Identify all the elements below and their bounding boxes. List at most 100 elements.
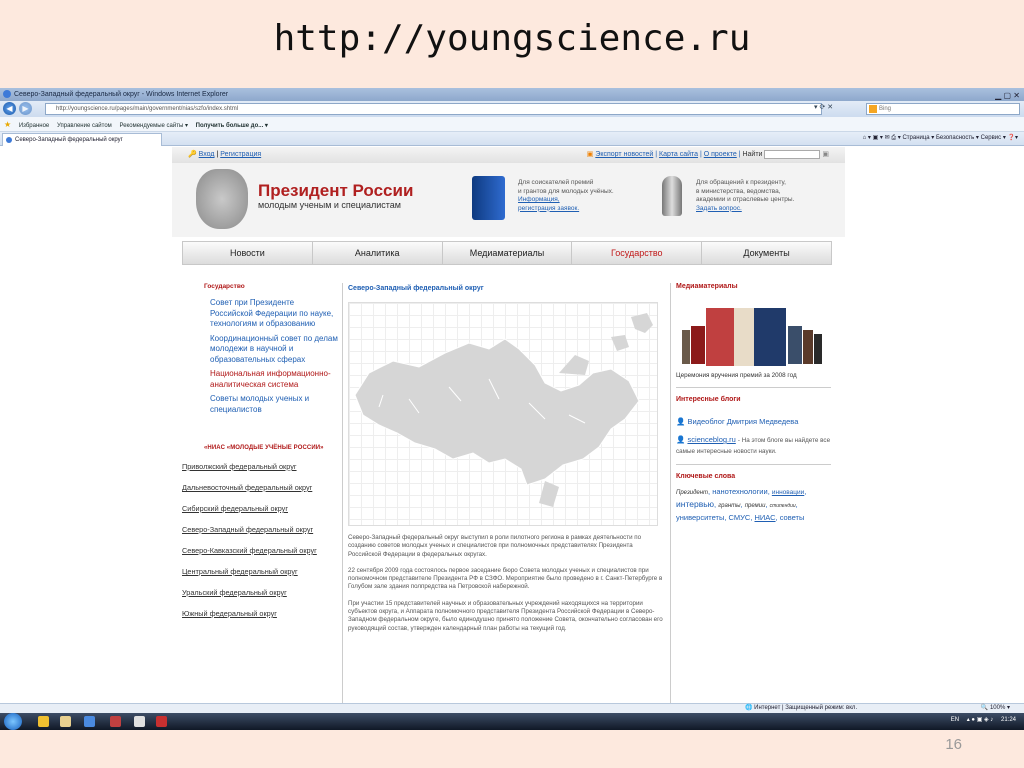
fav-item[interactable]: Управление сайтом (57, 123, 112, 129)
sidebar-item-nias[interactable]: Национальная информационно-аналитическая… (210, 369, 338, 390)
fav-item[interactable]: Избранное (19, 123, 49, 129)
media-player-icon[interactable] (38, 716, 49, 727)
menu-media[interactable]: Медиаматериалы (443, 242, 573, 264)
app-icon[interactable] (134, 716, 145, 727)
okrug-link[interactable]: Уральский федеральный округ (182, 587, 340, 598)
folder-icon[interactable] (60, 716, 71, 727)
left-sidebar: Государство Совет при Президенте Российс… (182, 283, 340, 619)
meeting-paragraph: 22 сентября 2009 года состоялось первое … (348, 566, 663, 591)
fav-item[interactable]: Получить больше до... ▾ (196, 123, 268, 129)
start-button-icon[interactable] (4, 713, 22, 730)
key-icon: 🔑 (188, 151, 199, 158)
tag[interactable]: нанотехнологии (712, 487, 767, 496)
ie-taskbar-icon[interactable] (84, 716, 95, 727)
main-menu: Новости Аналитика Медиаматериалы Государ… (182, 241, 832, 265)
divider (670, 283, 671, 703)
okrug-link[interactable]: Приволжский федеральный округ (182, 461, 340, 472)
page-icon (6, 137, 12, 143)
tag[interactable]: Президент (676, 490, 708, 496)
cmd-page[interactable]: Страница ▾ (902, 135, 934, 141)
page-title: Северо-Западный федеральный округ (348, 285, 484, 292)
address-bar: ◀ ▶ http://youngscience.ru/pages/main/go… (0, 101, 1024, 117)
sidebar-item-councils-young[interactable]: Советы молодых ученых и специалистов (210, 394, 338, 415)
about-link[interactable]: О проекте (704, 151, 737, 158)
tag[interactable]: НИАС (754, 513, 775, 522)
nias-heading: «НИАС «МОЛОДЫЕ УЧЁНЫЕ РОССИИ» (204, 445, 324, 451)
menu-government[interactable]: Государство (572, 242, 703, 264)
taskbar: EN ▴ ● ▣ ◈ ♪ 21:24 (0, 713, 1024, 730)
web-page: 🔑 Вход | Регистрация ▣ Экспорт новостей … (0, 147, 1024, 703)
window-titlebar: Северо-Западный федеральный округ - Wind… (0, 88, 1024, 101)
tag[interactable]: премии (745, 503, 766, 509)
search-input[interactable]: Bing (866, 103, 1020, 115)
okrug-link[interactable]: Сибирский федеральный округ (182, 503, 340, 514)
register-link[interactable]: Регистрация (220, 151, 261, 158)
ask-question-link[interactable]: Задать вопрос. (696, 205, 742, 212)
find-label: Найти (742, 151, 763, 158)
tag[interactable]: инновации (772, 489, 804, 496)
tab-label: Северо-Западный федеральный округ (15, 137, 123, 143)
slide-number: 16 (945, 736, 962, 753)
login-link[interactable]: Вход (199, 151, 215, 158)
okrug-link[interactable]: Центральный федеральный округ (182, 566, 340, 577)
topbar-right: ▣ Экспорт новостей | Карта сайта | О про… (586, 149, 829, 159)
okrug-link[interactable]: Северо-Кавказский федеральный округ (182, 545, 340, 556)
search-go-button[interactable]: ▣ (822, 151, 829, 158)
site-search-input[interactable] (764, 149, 821, 159)
media-thumbnails[interactable] (682, 308, 822, 368)
menu-analytics[interactable]: Аналитика (313, 242, 443, 264)
menu-news[interactable]: Новости (183, 242, 313, 264)
sitemap-link[interactable]: Карта сайта (659, 151, 698, 158)
star-icon: ★ (4, 120, 12, 129)
app-icon[interactable] (156, 716, 167, 727)
blog-medvedev-link[interactable]: Видеоблог Дмитрия Медведева (687, 417, 798, 426)
favorites-bar: ★ Избранное Управление сайтом Рекомендуе… (0, 117, 1024, 132)
tag[interactable]: гранты (718, 503, 740, 509)
map-shape (354, 313, 653, 507)
tag[interactable]: советы (780, 513, 805, 522)
cmd-security[interactable]: Безопасность ▾ (936, 135, 979, 141)
promo-grants-link[interactable]: Информация, (518, 196, 560, 203)
cmd-tools[interactable]: Сервис ▾ (981, 135, 1006, 141)
url-buttons[interactable]: ▾ ⟳ ✕ (814, 103, 833, 111)
brand-title[interactable]: Президент России (258, 181, 413, 201)
help-icon[interactable]: ❓▾ (1008, 135, 1018, 141)
forward-button-icon[interactable]: ▶ (19, 102, 32, 115)
blog-medvedev[interactable]: 👤 Видеоблог Дмитрия Медведева (676, 417, 831, 427)
status-bar: 🌐 Интернет | Защищенный режим: вкл. 🔍 10… (0, 703, 1024, 713)
tray-icons[interactable]: ▴ ● ▣ ◈ ♪ (967, 717, 994, 723)
tags-heading: Ключевые слова (676, 473, 736, 480)
url-input[interactable]: http://youngscience.ru/pages/main/govern… (45, 103, 822, 115)
scienceblog-link[interactable]: scienceblog.ru (687, 435, 735, 444)
media-caption[interactable]: Церемония вручения премий за 2008 год (676, 372, 831, 379)
sidebar-item-coordination[interactable]: Координационный совет по делам молодежи … (210, 334, 338, 366)
intro-paragraph: Северо-Западный федеральный округ выступ… (348, 534, 642, 558)
language-indicator[interactable]: EN (951, 717, 959, 723)
clock[interactable]: 21:24 (1001, 717, 1016, 723)
browser-tab[interactable]: Северо-Западный федеральный округ (2, 133, 162, 146)
home-icon[interactable]: ⌂ ▾ ▣ ▾ ✉ ⎙ ▾ (863, 135, 901, 141)
blog-scienceblog[interactable]: 👤 scienceblog.ru - На этом блоге вы найд… (676, 435, 831, 456)
tag[interactable]: СМУС (729, 513, 751, 522)
news-export-link[interactable]: Экспорт новостей (595, 151, 653, 158)
okrug-map[interactable] (348, 302, 658, 526)
tag[interactable]: стипендии (770, 503, 796, 509)
slide-title: http://youngscience.ru (273, 18, 751, 59)
app-icon[interactable] (110, 716, 121, 727)
brand-subtitle: молодым ученым и специалистам (258, 200, 401, 210)
back-button-icon[interactable]: ◀ (3, 102, 16, 115)
zoom-control[interactable]: 🔍 100% ▾ (981, 704, 1010, 713)
okrug-link[interactable]: Северо-Западный федеральный округ (182, 524, 340, 535)
okrug-link[interactable]: Южный федеральный округ (182, 608, 340, 619)
site-header: Президент России молодым ученым и специа… (172, 163, 845, 237)
tag[interactable]: университеты (676, 513, 724, 522)
sidebar-item-council[interactable]: Совет при Президенте Российской Федераци… (210, 298, 338, 330)
tag[interactable]: интервью (676, 499, 714, 509)
microphone-icon (662, 176, 682, 216)
okrug-link[interactable]: Дальневосточный федеральный округ (182, 482, 340, 493)
promo-register-link[interactable]: регистрация заявок. (518, 205, 579, 212)
menu-documents[interactable]: Документы (702, 242, 831, 264)
russia-emblem-icon (196, 169, 248, 229)
fav-item[interactable]: Рекомендуемые сайты ▾ (119, 123, 188, 129)
tab-bar: Северо-Западный федеральный округ ⌂ ▾ ▣ … (0, 132, 1024, 146)
